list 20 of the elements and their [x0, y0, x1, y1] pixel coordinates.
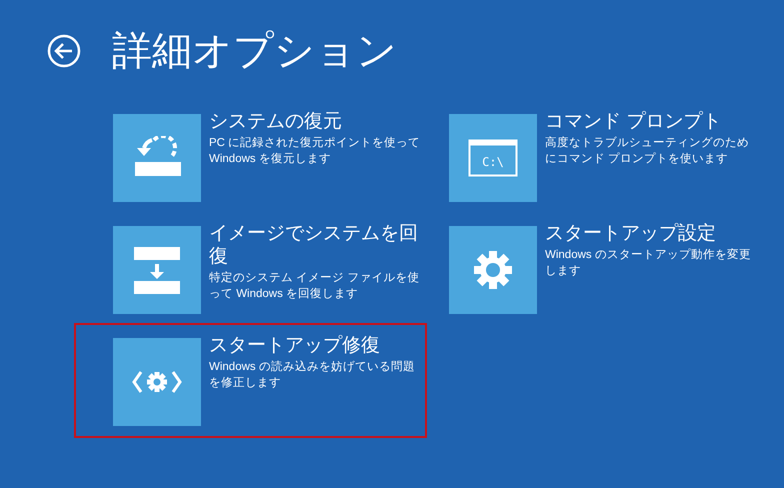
option-tile[interactable]	[113, 226, 201, 314]
option-tile[interactable]	[113, 338, 201, 426]
back-button[interactable]	[46, 33, 82, 69]
option-title[interactable]: コマンド プロンプト	[545, 110, 759, 133]
option-description: Windows のスタートアップ動作を変更します	[545, 247, 752, 279]
option-description: 特定のシステム イメージ ファイルを使って Windows を回復します	[209, 270, 420, 302]
option-description: Windows の読み込みを妨げている問題を修正します	[209, 360, 416, 391]
gear-brackets-icon	[132, 369, 182, 395]
option-title[interactable]: スタートアップ設定	[545, 222, 759, 245]
option-title[interactable]: システムの復元	[209, 110, 423, 133]
option-title[interactable]: スタートアップ修復	[209, 334, 423, 357]
drive-transfer-icon	[133, 246, 181, 294]
option-tile[interactable]	[449, 226, 537, 314]
gear-icon	[473, 250, 513, 290]
option-tile[interactable]	[113, 114, 201, 202]
option-description: 高度なトラブルシューティングのためにコマンド プロンプトを使います	[545, 135, 750, 167]
option-description: PC に記録された復元ポイントを使って Windows を復元します	[209, 136, 422, 167]
option-title[interactable]: イメージでシステムを回復	[209, 222, 423, 268]
console-window-icon: C:\	[468, 139, 518, 177]
page-title: 詳細オプション	[112, 28, 397, 75]
